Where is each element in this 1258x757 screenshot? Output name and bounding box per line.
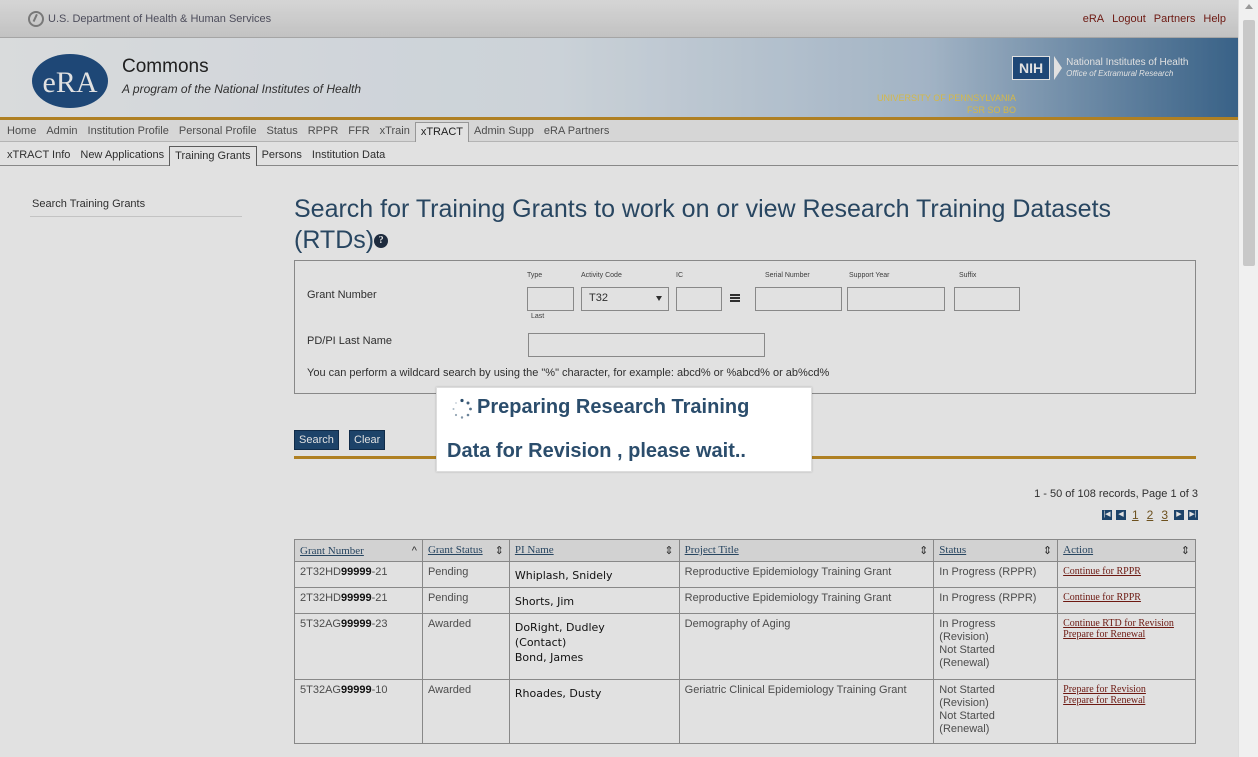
scroll-up-icon[interactable] [1245,4,1253,9]
scrollbar-thumb[interactable] [1243,20,1255,266]
vertical-scrollbar[interactable] [1238,0,1258,757]
loading-message-line2: Data for Revision , please wait.. [447,440,746,462]
loading-spinner-icon [452,398,472,419]
modal-overlay [0,0,1238,757]
loading-message-line1: Preparing Research Training [477,396,750,418]
era-commons-page: U.S. Department of Health & Human Servic… [0,0,1238,757]
loading-dialog: Preparing Research Training Data for Rev… [436,387,812,472]
